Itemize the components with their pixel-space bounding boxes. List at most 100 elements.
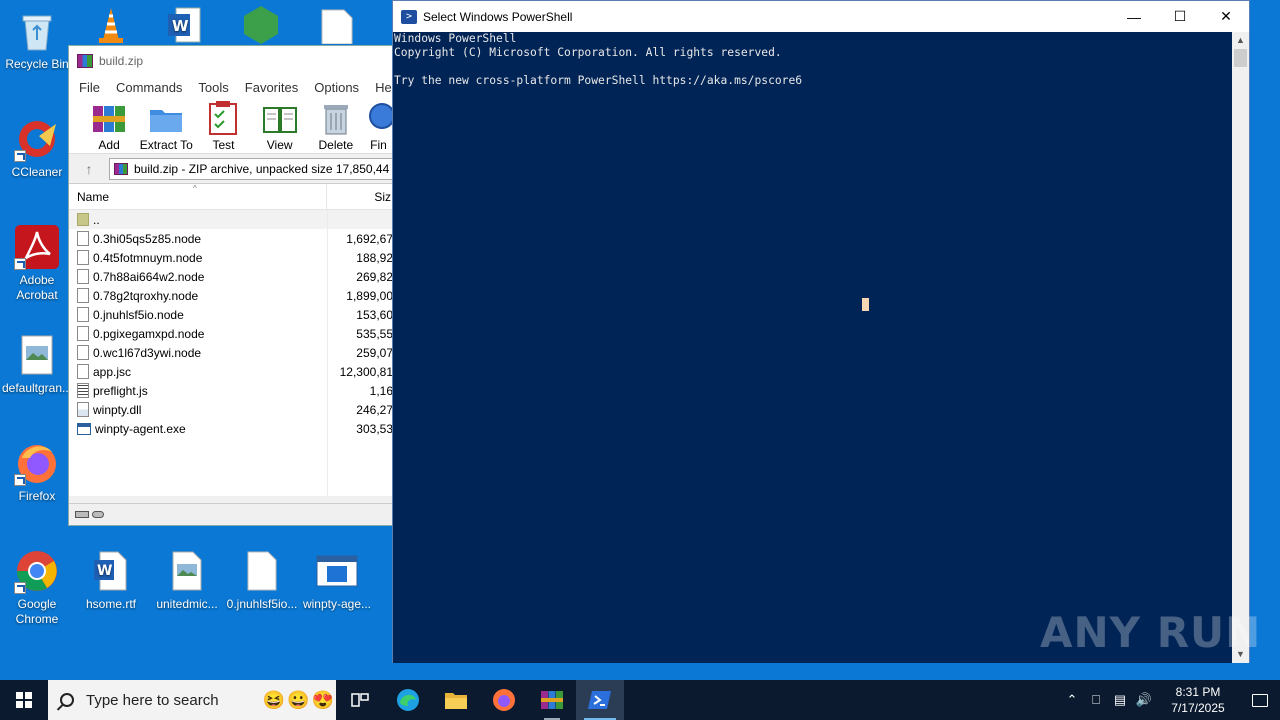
file-name: 0.jnuhlsf5io.node	[93, 307, 184, 322]
winrar-window[interactable]: build.zip File Commands Tools Favorites …	[68, 45, 394, 526]
desktop-icon-ccleaner[interactable]: CCleaner	[0, 116, 74, 180]
file-row[interactable]: 0.jnuhlsf5io.node 153,60	[69, 305, 393, 324]
desktop-icon-label: Firefox	[18, 489, 56, 503]
file-size: 12,300,81	[339, 364, 393, 379]
menu-options[interactable]: Options	[306, 80, 367, 95]
desktop-icon-winpty-age[interactable]: winpty-age...	[300, 548, 374, 612]
file-name: app.jsc	[93, 364, 132, 379]
menu-commands[interactable]: Commands	[108, 80, 190, 95]
menu-tools[interactable]: Tools	[190, 80, 236, 95]
desktop-icon-adobe-acrobat[interactable]: Adobe Acrobat	[0, 224, 74, 303]
notification-center-button[interactable]	[1240, 680, 1280, 720]
desktop-icon-recycle-bin[interactable]: Recycle Bin	[0, 8, 74, 72]
file-icon	[77, 288, 89, 303]
taskbar: Type here to search 😆 😀 😍 ⌃ ⎕ ▤ 🔊 8:31 P…	[0, 680, 1280, 720]
console-output[interactable]: Windows PowerShell Copyright (C) Microsof…	[393, 32, 1233, 663]
powershell-window[interactable]: > Select Windows PowerShell — ☐ ✕ Window…	[392, 0, 1250, 663]
desktop-icon-label: 0.jnuhlsf5io...	[226, 597, 298, 611]
file-name: winpty.dll	[93, 402, 142, 417]
file-row[interactable]: 0.4t5fotmnuym.node 188,92	[69, 248, 393, 267]
view-button[interactable]: View	[252, 98, 308, 153]
up-arrow-icon[interactable]: ↑	[69, 161, 109, 177]
add-archive-icon	[91, 100, 127, 136]
ccleaner-icon	[14, 116, 60, 162]
blank-file-icon	[314, 4, 360, 50]
desktop-icon-jnuhlsf5io[interactable]: 0.jnuhlsf5io...	[225, 548, 299, 612]
size-column-header[interactable]: Siz	[327, 190, 393, 204]
file-row[interactable]: 0.3hi05qs5z85.node 1,692,67	[69, 229, 393, 248]
maximize-button[interactable]: ☐	[1157, 1, 1203, 32]
task-view-button[interactable]	[336, 680, 384, 720]
add-button[interactable]: Add	[81, 98, 137, 153]
shortcut-arrow-icon	[14, 582, 26, 594]
delete-label: Delete	[318, 138, 354, 152]
word-doc-icon: W	[88, 548, 134, 594]
folder-icon	[445, 693, 467, 709]
shortcut-arrow-icon	[14, 474, 26, 486]
delete-trash-icon	[318, 100, 354, 136]
image-file-icon	[164, 548, 210, 594]
vertical-scrollbar[interactable]: ▲ ▼	[1232, 32, 1249, 663]
js-icon	[77, 383, 89, 398]
close-button[interactable]: ✕	[1203, 1, 1249, 32]
winrar-titlebar[interactable]: build.zip	[69, 46, 393, 76]
delete-button[interactable]: Delete	[308, 98, 364, 153]
desktop-icon-firefox[interactable]: Firefox	[0, 440, 74, 504]
archive-path-field[interactable]: build.zip - ZIP archive, unpacked size 1…	[109, 157, 393, 180]
extract-to-button[interactable]: Extract To	[137, 98, 195, 153]
powershell-titlebar[interactable]: > Select Windows PowerShell — ☐ ✕	[393, 1, 1249, 32]
taskbar-search-box[interactable]: Type here to search 😆 😀 😍	[48, 680, 336, 720]
minimize-button[interactable]: —	[1111, 1, 1157, 32]
file-row[interactable]: winpty-agent.exe 303,53	[69, 419, 393, 438]
file-row[interactable]: winpty.dll 246,27	[69, 400, 393, 419]
console-line: Windows PowerShell	[394, 32, 517, 45]
winrar-statusbar	[69, 503, 393, 525]
desktop-icon-defaultgran[interactable]: defaultgran...	[0, 332, 74, 396]
desktop-icon-google-chrome[interactable]: Google Chrome	[0, 548, 74, 627]
powershell-icon	[588, 691, 611, 709]
file-row[interactable]: 0.wc1l67d3ywi.node 259,07	[69, 343, 393, 362]
menu-file[interactable]: File	[71, 80, 108, 95]
menu-help[interactable]: Help	[367, 80, 393, 95]
network-adapter-icon[interactable]: ⎕	[1084, 692, 1108, 708]
file-name-cell: ..	[69, 213, 327, 227]
scroll-up-icon[interactable]: ▲	[1232, 32, 1249, 49]
desktop-icon-hsome-rtf[interactable]: W hsome.rtf	[74, 548, 148, 612]
file-name-cell: 0.3hi05qs5z85.node	[69, 231, 327, 246]
file-row[interactable]: 0.7h88ai664w2.node 269,82	[69, 267, 393, 286]
file-row[interactable]: preflight.js 1,16	[69, 381, 393, 400]
file-name-cell: winpty.dll	[69, 402, 327, 417]
scroll-thumb[interactable]	[1234, 49, 1247, 67]
find-button[interactable]: Fin	[364, 98, 393, 153]
file-name: 0.7h88ai664w2.node	[93, 269, 205, 284]
taskbar-edge[interactable]	[384, 680, 432, 720]
chrome-icon	[14, 548, 60, 594]
file-name: 0.4t5fotmnuym.node	[93, 250, 203, 265]
file-row[interactable]: ..	[69, 210, 393, 229]
desktop-icon-unitedmic[interactable]: unitedmic...	[150, 548, 224, 612]
file-size: 1,16	[369, 383, 393, 398]
taskbar-firefox[interactable]	[480, 680, 528, 720]
chevron-up-icon[interactable]: ⌃	[1060, 692, 1084, 708]
taskbar-powershell[interactable]	[576, 680, 624, 720]
start-button[interactable]	[0, 680, 48, 720]
anyrun-watermark: ANY RUN	[1040, 608, 1262, 657]
taskbar-file-explorer[interactable]	[432, 680, 480, 720]
file-row[interactable]: 0.78g2tqroxhy.node 1,899,00	[69, 286, 393, 305]
test-label: Test	[212, 138, 235, 152]
test-button[interactable]: Test	[195, 98, 251, 153]
network-icon[interactable]: ▤	[1108, 692, 1132, 708]
taskbar-clock[interactable]: 8:31 PM 7/17/2025	[1156, 684, 1240, 716]
menu-favorites[interactable]: Favorites	[237, 80, 306, 95]
volume-icon[interactable]: 🔊	[1132, 692, 1156, 708]
name-column-header[interactable]: Name	[69, 184, 327, 209]
file-size: 153,60	[356, 307, 393, 322]
taskbar-winrar[interactable]	[528, 680, 576, 720]
file-icon	[77, 231, 89, 246]
emoji-smile-icon: 😆	[262, 689, 286, 710]
file-name: 0.3hi05qs5z85.node	[93, 231, 202, 246]
console-line: Copyright (C) Microsoft Corporation. All…	[394, 46, 782, 59]
file-row[interactable]: 0.pgixegamxpd.node 535,55	[69, 324, 393, 343]
file-row[interactable]: app.jsc 12,300,81	[69, 362, 393, 381]
